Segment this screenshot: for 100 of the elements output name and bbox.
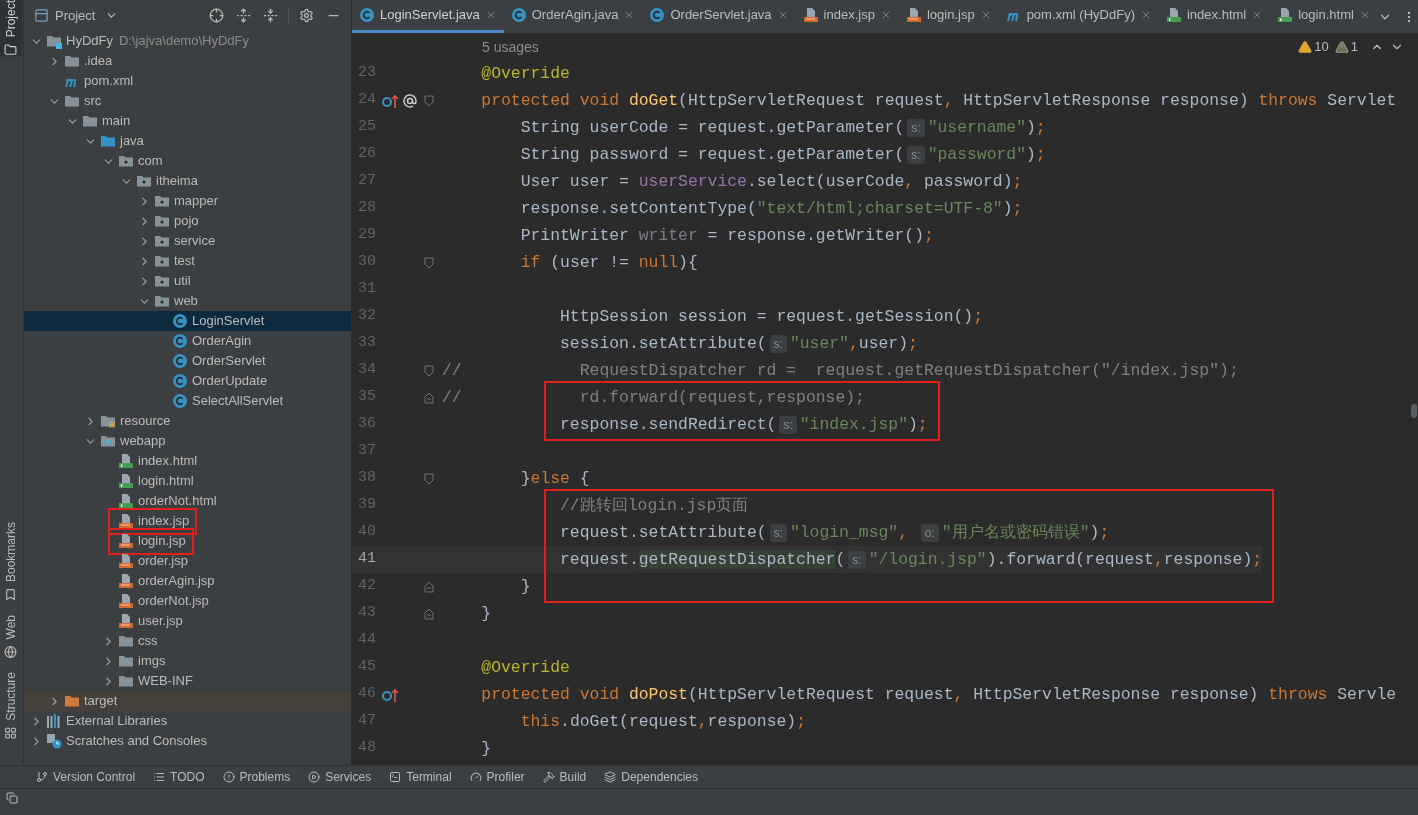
folder-icon (82, 113, 98, 129)
tree-item[interactable]: main (24, 111, 351, 131)
tool-window-tab[interactable]: Project (0, 0, 22, 57)
editor-tab[interactable]: OrderServlet.java (642, 0, 796, 33)
locate-icon[interactable] (209, 8, 224, 23)
tool-window-button[interactable]: Profiler (469, 768, 525, 786)
tree-item[interactable]: HyDdFy D:\jajva\demo\HyDdFy (24, 31, 351, 51)
tree-item[interactable]: LoginServlet (24, 311, 351, 331)
fold-icon[interactable] (424, 364, 434, 377)
package-icon (154, 253, 170, 269)
item-label: HyDdFy (66, 32, 113, 51)
tree-item[interactable]: SelectAllServlet (24, 391, 351, 411)
line-number: 23 (357, 63, 376, 84)
tree-item[interactable]: index.html (24, 451, 351, 471)
tool-windows-icon[interactable] (6, 792, 18, 804)
tree-item[interactable]: WEB-INF (24, 671, 351, 691)
tab-label: OrderServlet.java (670, 6, 772, 25)
tree-item[interactable]: user.jsp (24, 611, 351, 631)
tool-window-tab[interactable]: Structure (0, 672, 22, 740)
fold-icon[interactable] (424, 472, 434, 485)
jsp-file-icon (118, 593, 134, 609)
tool-window-button[interactable]: TODO (153, 768, 205, 786)
tree-item[interactable]: src (24, 91, 351, 111)
warning-icon (1334, 40, 1349, 54)
item-label: util (174, 272, 191, 291)
override-marker-icon[interactable] (382, 686, 400, 703)
tree-item[interactable]: order.jsp (24, 551, 351, 571)
tool-window-button[interactable]: Services (308, 768, 372, 786)
tree-item[interactable]: login.html (24, 471, 351, 491)
item-label: mapper (174, 192, 219, 211)
tree-item[interactable]: test (24, 251, 351, 271)
code-line: this.doGet(request,response); (519, 711, 806, 733)
tool-window-button[interactable]: Terminal (389, 768, 452, 786)
line-number: 32 (357, 306, 376, 327)
class-icon (172, 393, 188, 409)
vcs-icon (36, 771, 48, 783)
editor-tab[interactable]: index.html (1158, 0, 1271, 33)
editor-tab[interactable]: pom.xml (HyDdFy) (998, 0, 1159, 33)
tree-item[interactable]: imgs (24, 651, 351, 671)
inspection-counter[interactable]: 1 (1334, 37, 1358, 57)
settings-icon[interactable] (299, 8, 314, 23)
tree-item[interactable]: OrderUpdate (24, 371, 351, 391)
tree-item[interactable]: resource (24, 411, 351, 431)
tree-item[interactable]: pojo (24, 211, 351, 231)
usages-hint[interactable]: 5 usages (482, 36, 539, 58)
scrollbar-thumb[interactable] (1411, 404, 1417, 418)
tool-window-button[interactable]: Dependencies (604, 768, 698, 786)
override-marker-icon[interactable] (382, 92, 400, 109)
item-label: pojo (174, 212, 199, 231)
tree-item[interactable]: .idea (24, 51, 351, 71)
view-selector[interactable]: Project (55, 5, 119, 26)
fold-icon[interactable] (424, 256, 434, 269)
editor-tab[interactable]: login.jsp (898, 0, 999, 33)
tree-item[interactable]: itheima (24, 171, 351, 191)
tree-item[interactable]: util (24, 271, 351, 291)
tool-window-tab[interactable]: Bookmarks (0, 521, 22, 601)
item-label: login.jsp (138, 532, 186, 551)
code-line: } (519, 576, 531, 598)
tree-item[interactable]: OrderAgin (24, 331, 351, 351)
unfold-icon[interactable] (424, 391, 434, 404)
tree-item[interactable]: External Libraries (24, 711, 351, 731)
fold-icon[interactable] (424, 94, 434, 107)
project-path: D:\jajva\demo\HyDdFy (118, 32, 249, 51)
tool-window-tab[interactable]: Web (0, 614, 22, 659)
tree-item[interactable]: web (24, 291, 351, 311)
item-label: main (102, 112, 131, 131)
editor-tab[interactable]: login.html (1270, 0, 1378, 33)
tool-window-button[interactable]: Version Control (36, 768, 136, 786)
tree-item[interactable]: index.jsp (24, 511, 351, 531)
folder-icon (118, 653, 134, 669)
unfold-icon[interactable] (424, 607, 434, 620)
tree-item[interactable]: target (24, 691, 351, 711)
tree-item[interactable]: service (24, 231, 351, 251)
line-number: 47 (357, 711, 376, 732)
warning-icon (1298, 40, 1313, 54)
tree-item[interactable]: mapper (24, 191, 351, 211)
tool-window-button[interactable]: Problems (222, 768, 291, 786)
tree-item[interactable]: Scratches and Consoles (24, 731, 351, 751)
tree-item[interactable]: login.jsp (24, 531, 351, 551)
tree-item[interactable]: orderNot.jsp (24, 591, 351, 611)
tree-item[interactable]: OrderServlet (24, 351, 351, 371)
inspection-counter[interactable]: 10 (1298, 37, 1329, 57)
tool-window-button[interactable]: Build (542, 768, 587, 786)
tree-item[interactable]: css (24, 631, 351, 651)
at-sign-icon[interactable] (402, 92, 418, 109)
collapse-all-icon[interactable] (263, 8, 278, 23)
expand-all-icon[interactable] (236, 8, 251, 23)
tree-item[interactable]: com (24, 151, 351, 171)
tree-item[interactable]: webapp (24, 431, 351, 451)
tree-item[interactable]: pom.xml (24, 71, 351, 91)
editor-tab[interactable]: OrderAgin.java (503, 0, 643, 33)
tree-item[interactable]: orderAgin.jsp (24, 571, 351, 591)
unfold-icon[interactable] (424, 580, 434, 593)
tree-item[interactable]: java (24, 131, 351, 151)
item-label: target (84, 692, 118, 711)
tab-label: index.html (1186, 6, 1247, 25)
tree-item[interactable]: orderNot.html (24, 491, 351, 511)
code-line: } (480, 738, 492, 760)
item-label: pom.xml (84, 72, 134, 91)
editor-tab[interactable]: index.jsp (795, 0, 899, 33)
